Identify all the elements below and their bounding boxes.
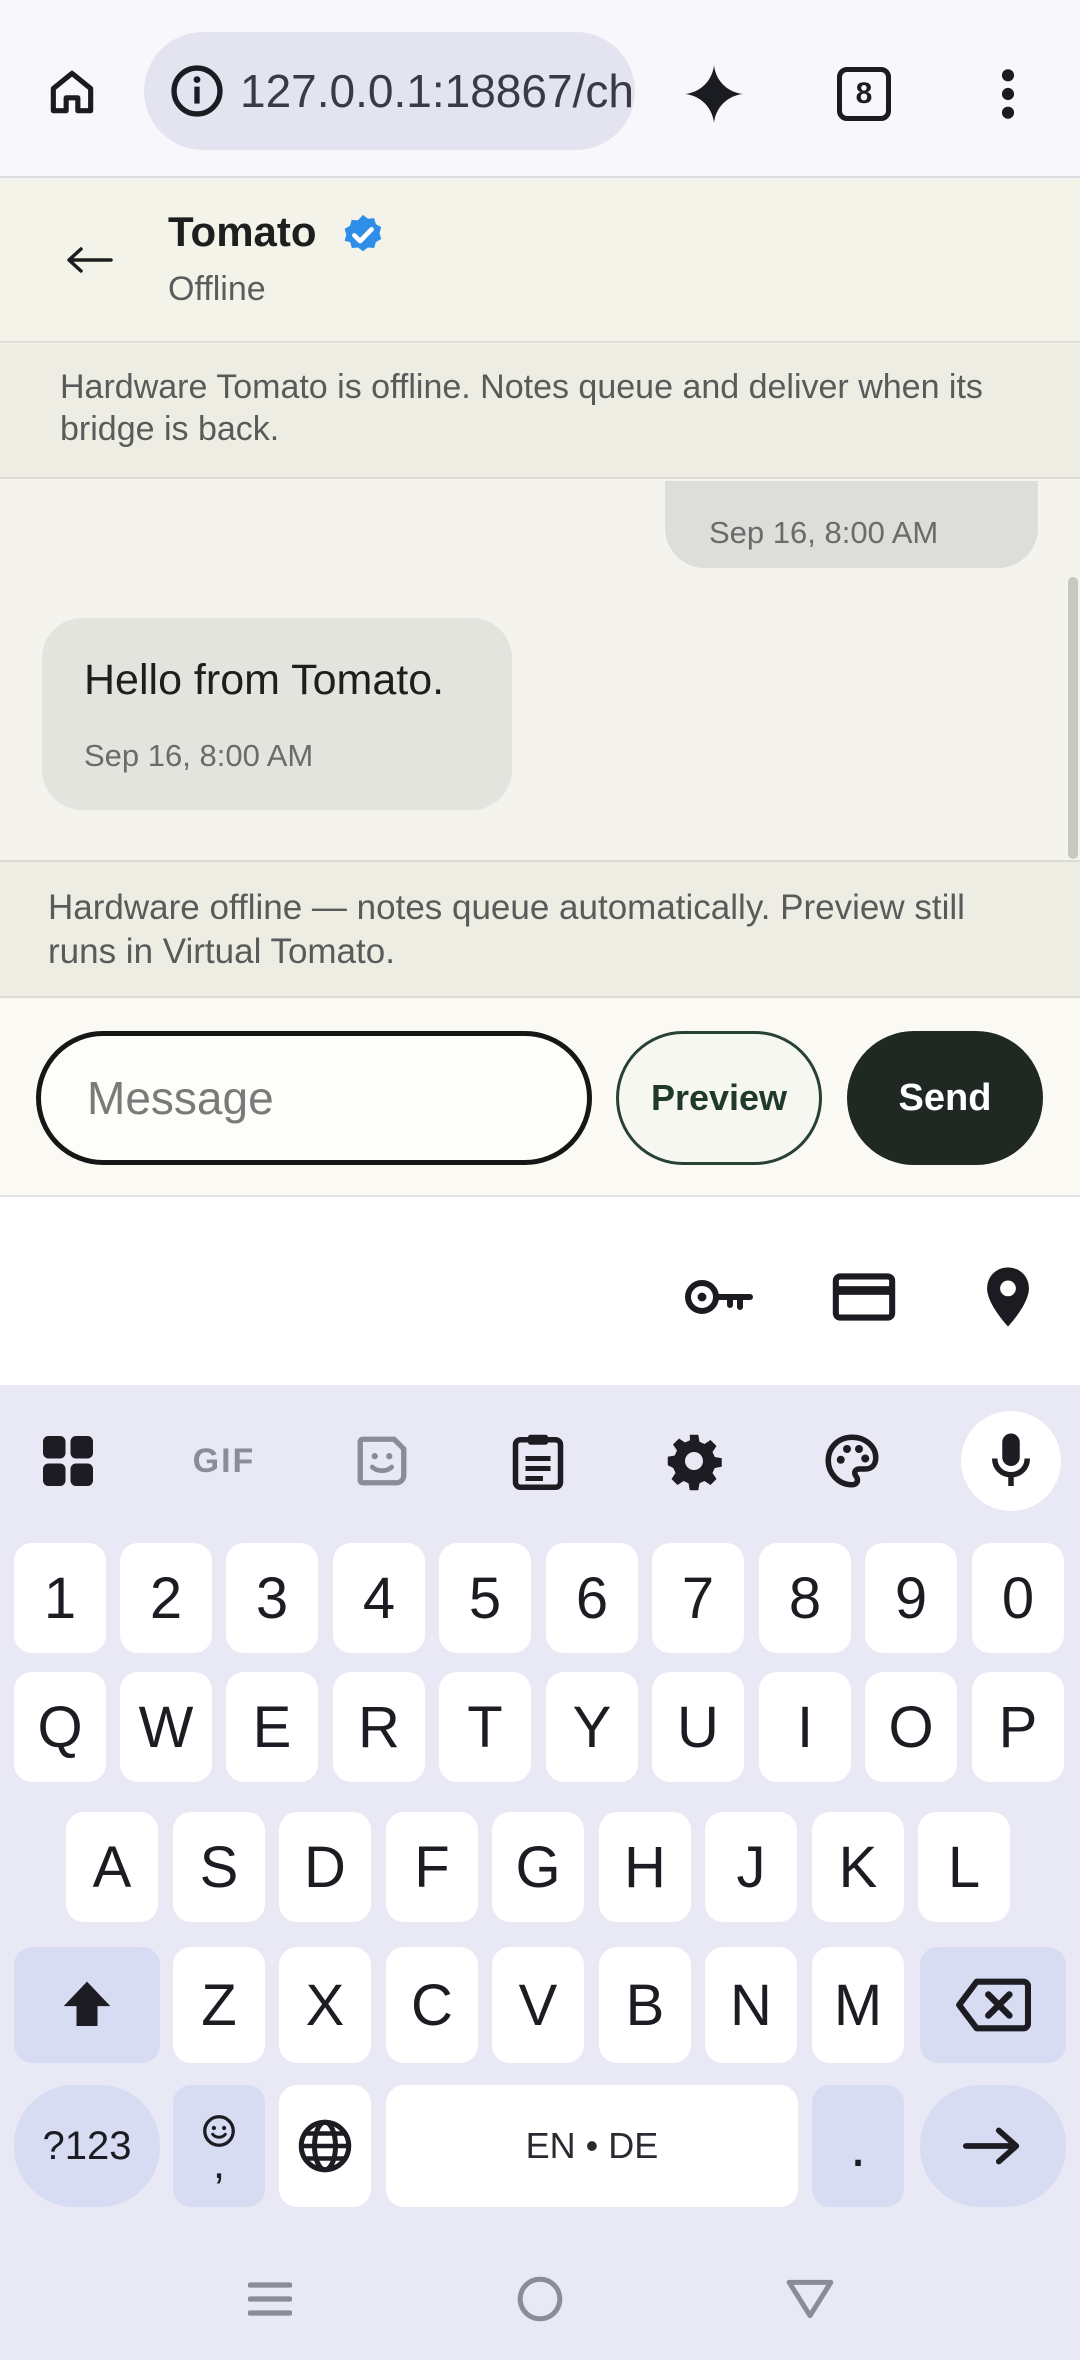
key-y[interactable]: Y [546,1672,638,1782]
chat-header: Tomato Offline [0,180,1080,343]
message-input[interactable] [36,1031,592,1165]
apps-grid-icon[interactable] [24,1417,112,1505]
key-d[interactable]: D [279,1812,371,1922]
comma-label: , [212,2139,226,2188]
clipboard-icon[interactable] [494,1417,582,1505]
key-6[interactable]: 6 [546,1543,638,1653]
system-navigation-bar [0,2235,1080,2360]
key-t[interactable]: T [439,1672,531,1782]
recents-menu-icon[interactable] [230,2259,310,2339]
back-triangle-icon[interactable] [770,2259,850,2339]
key-l[interactable]: L [918,1812,1010,1922]
contact-name: Tomato [168,208,317,255]
key-p[interactable]: P [972,1672,1064,1782]
space-key[interactable]: EN • DE [386,2085,798,2207]
key-g[interactable]: G [492,1812,584,1922]
autofill-bar [0,1195,1080,1385]
key-8[interactable]: 8 [759,1543,851,1653]
contact-status: Offline [168,270,266,308]
key-4[interactable]: 4 [333,1543,425,1653]
enter-key[interactable] [920,2085,1066,2207]
key-3[interactable]: 3 [226,1543,318,1653]
key-0[interactable]: 0 [972,1543,1064,1653]
sparkle-assistant-icon[interactable] [676,56,752,132]
composer: Preview Send [0,999,1080,1195]
period-key[interactable]: . [812,2085,904,2207]
settings-gear-icon[interactable] [650,1417,738,1505]
key-r[interactable]: R [333,1672,425,1782]
palette-icon[interactable] [808,1417,896,1505]
shift-arrow-icon [63,1981,111,2026]
key-z[interactable]: Z [173,1947,265,2063]
home-circle-icon[interactable] [500,2259,580,2339]
key-w[interactable]: W [120,1672,212,1782]
keyboard-toolbar: GIF [0,1385,1080,1535]
back-arrow-icon[interactable] [56,226,124,294]
sticker-icon[interactable] [338,1417,426,1505]
language-switch-key[interactable] [279,2085,371,2207]
more-options-icon[interactable] [976,56,1040,132]
key-i[interactable]: I [759,1672,851,1782]
offline-banner: Hardware Tomato is offline. Notes queue … [0,344,1080,479]
microphone-icon[interactable] [961,1411,1061,1511]
url-text: 127.0.0.1:18867/chat [240,65,635,117]
scrollbar[interactable] [1068,577,1078,859]
compose-hint: Hardware offline — notes queue automatic… [0,860,1080,998]
key-o[interactable]: O [865,1672,957,1782]
outgoing-message: Sep 16, 8:00 AM [665,481,1038,568]
tab-switcher-button[interactable]: 8 [830,60,898,128]
browser-toolbar: 127.0.0.1:18867/chat 8 [0,0,1080,178]
emoji-comma-key[interactable]: , [173,2085,265,2207]
credit-card-icon[interactable] [824,1257,904,1337]
gif-label: GIF [192,1441,256,1480]
backspace-icon [956,1978,1031,2032]
preview-button[interactable]: Preview [616,1031,822,1165]
key-u[interactable]: U [652,1672,744,1782]
site-info-icon[interactable] [162,56,232,126]
location-pin-icon[interactable] [968,1257,1048,1337]
message-text: Hello from Tomato. [84,656,445,704]
backspace-key[interactable] [920,1947,1066,2063]
key-c[interactable]: C [386,1947,478,2063]
incoming-message: Hello from Tomato. Sep 16, 8:00 AM [42,618,512,810]
key-j[interactable]: J [705,1812,797,1922]
symbols-key[interactable]: ?123 [14,2085,160,2207]
key-7[interactable]: 7 [652,1543,744,1653]
shift-key[interactable] [14,1947,160,2063]
verified-badge-icon [340,212,386,258]
key-a[interactable]: A [66,1812,158,1922]
address-bar[interactable]: 127.0.0.1:18867/chat [144,32,635,150]
key-b[interactable]: B [599,1947,691,2063]
home-icon[interactable] [36,56,108,128]
message-timestamp: Sep 16, 8:00 AM [709,515,939,550]
gif-icon[interactable]: GIF [180,1417,268,1505]
message-list[interactable]: Sep 16, 8:00 AM Hello from Tomato. Sep 1… [0,481,1080,859]
key-h[interactable]: H [599,1812,691,1922]
key-m[interactable]: M [812,1947,904,2063]
key-s[interactable]: S [173,1812,265,1922]
send-button[interactable]: Send [847,1031,1043,1165]
key-k[interactable]: K [812,1812,904,1922]
arrow-right-icon [962,2127,1020,2165]
key-5[interactable]: 5 [439,1543,531,1653]
key-f[interactable]: F [386,1812,478,1922]
key-1[interactable]: 1 [14,1543,106,1653]
globe-icon [298,2119,352,2173]
key-n[interactable]: N [705,1947,797,2063]
tab-count: 8 [837,67,891,121]
key-icon[interactable] [680,1257,760,1337]
key-9[interactable]: 9 [865,1543,957,1653]
key-x[interactable]: X [279,1947,371,2063]
message-timestamp: Sep 16, 8:00 AM [84,738,314,773]
keyboard: GIF 1 2 3 4 5 6 7 8 9 0 Q W E R T Y U I … [0,1385,1080,2360]
key-v[interactable]: V [492,1947,584,2063]
key-q[interactable]: Q [14,1672,106,1782]
key-e[interactable]: E [226,1672,318,1782]
key-2[interactable]: 2 [120,1543,212,1653]
